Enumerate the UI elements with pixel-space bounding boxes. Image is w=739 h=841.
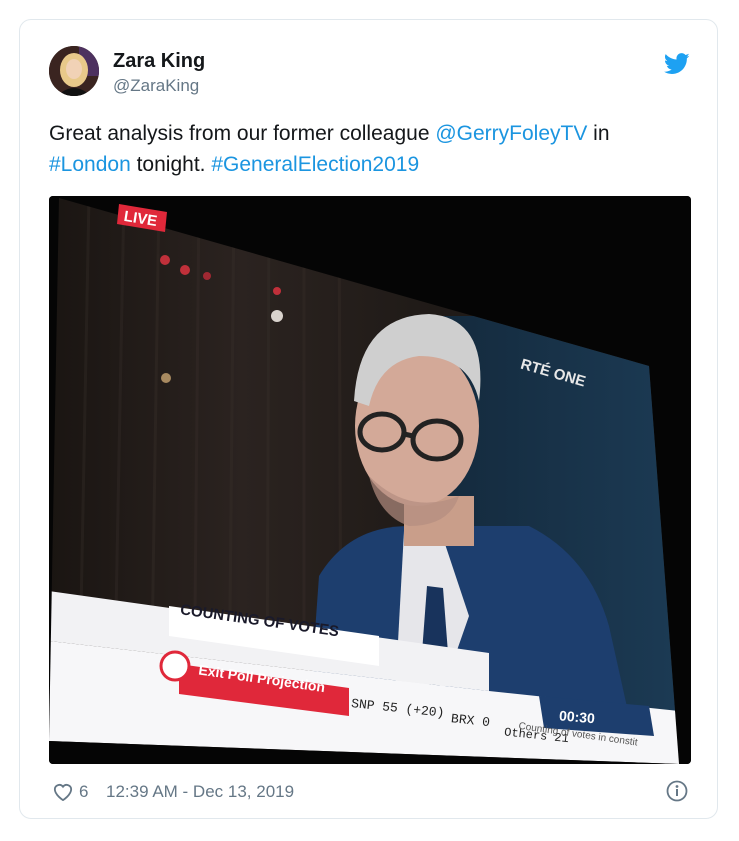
heart-icon[interactable] bbox=[52, 781, 74, 801]
avatar-image bbox=[49, 46, 99, 96]
info-icon[interactable] bbox=[666, 780, 688, 802]
avatar[interactable] bbox=[49, 46, 99, 96]
hashtag-link[interactable]: #GeneralElection2019 bbox=[211, 153, 419, 176]
twitter-bird-icon[interactable] bbox=[664, 53, 690, 75]
tweet-text: Great analysis from our former colleague… bbox=[49, 118, 689, 180]
author-name[interactable]: Zara King bbox=[113, 50, 205, 73]
tv-screen-photo: LIVE RTÉ ONE COUNTING OF VOTES Exit Poll… bbox=[49, 196, 691, 764]
tweet-text-part: in bbox=[587, 122, 610, 145]
clock-text: 00:30 bbox=[558, 707, 595, 726]
tweet-text-part: tonight. bbox=[130, 153, 212, 176]
author-handle[interactable]: @ZaraKing bbox=[113, 76, 199, 96]
tweet-text-part: Great analysis from our former colleague bbox=[49, 122, 436, 145]
timestamp[interactable]: 12:39 AM - Dec 13, 2019 bbox=[106, 780, 294, 804]
tweet-card: Zara King @ZaraKing Great analysis from … bbox=[19, 19, 718, 819]
hashtag-link[interactable]: #London bbox=[49, 153, 131, 176]
tweet-footer: 6 12:39 AM - Dec 13, 2019 bbox=[49, 780, 691, 804]
tweet-photo[interactable]: LIVE RTÉ ONE COUNTING OF VOTES Exit Poll… bbox=[49, 196, 691, 764]
mention-link[interactable]: @GerryFoleyTV bbox=[435, 122, 587, 145]
like-count[interactable]: 6 bbox=[79, 780, 88, 804]
